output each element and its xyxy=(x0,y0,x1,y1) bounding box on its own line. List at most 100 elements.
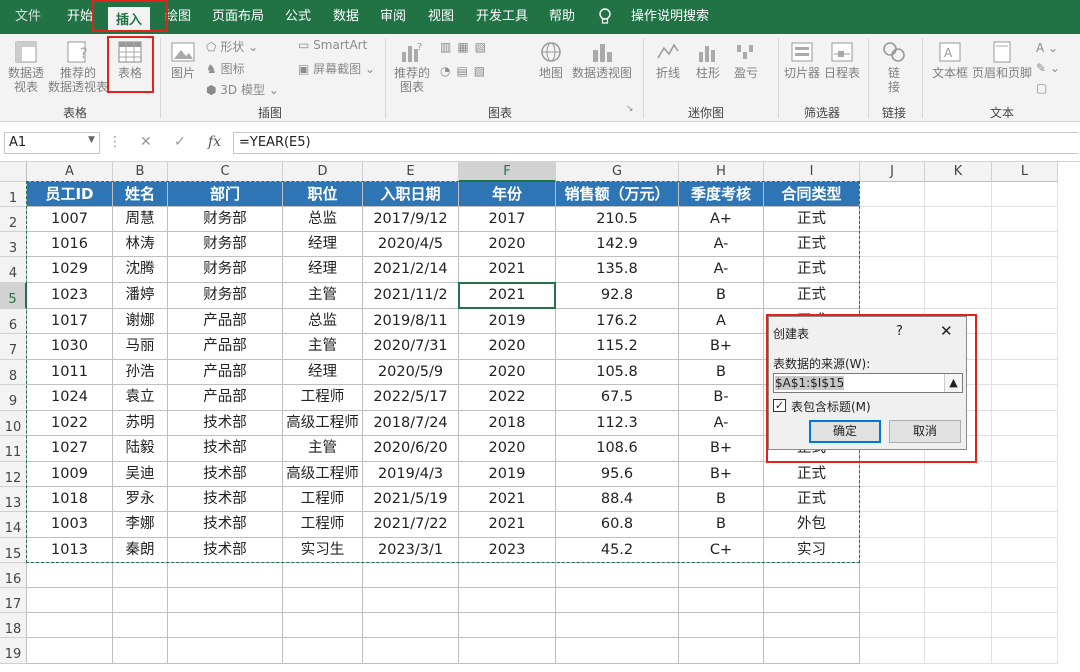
empty-cell[interactable] xyxy=(992,182,1058,207)
range-picker-icon[interactable]: ▲ xyxy=(944,374,962,392)
empty-cell[interactable] xyxy=(113,563,168,588)
row-header[interactable]: 15 xyxy=(0,538,27,563)
active-cell[interactable] xyxy=(458,282,556,309)
tab-5[interactable]: 公式 xyxy=(276,0,320,34)
sparkline-line-button[interactable]: 折线 xyxy=(650,40,686,80)
empty-cell[interactable] xyxy=(27,563,113,588)
empty-cell[interactable] xyxy=(459,563,556,588)
empty-cell[interactable] xyxy=(925,588,992,613)
column-header[interactable]: H xyxy=(679,162,764,182)
empty-cell[interactable] xyxy=(459,613,556,638)
empty-cell[interactable] xyxy=(860,538,925,563)
empty-cell[interactable] xyxy=(283,613,363,638)
empty-cell[interactable] xyxy=(113,588,168,613)
tell-me-search[interactable]: 操作说明搜索 xyxy=(622,0,718,34)
empty-cell[interactable] xyxy=(860,588,925,613)
empty-cell[interactable] xyxy=(992,436,1058,462)
row-header[interactable]: 4 xyxy=(0,257,27,283)
empty-cell[interactable] xyxy=(459,588,556,613)
empty-cell[interactable] xyxy=(860,182,925,207)
empty-cell[interactable] xyxy=(992,360,1058,385)
has-headers-checkbox[interactable]: ✓ xyxy=(773,399,786,412)
column-header[interactable]: G xyxy=(556,162,679,182)
empty-cell[interactable] xyxy=(860,462,925,487)
empty-cell[interactable] xyxy=(168,613,283,638)
column-header[interactable]: J xyxy=(860,162,925,182)
shapes-button[interactable]: ⬠ 形状 ⌄ xyxy=(206,38,258,55)
empty-cell[interactable] xyxy=(556,588,679,613)
3d-model-button[interactable]: ⬢ 3D 模型 ⌄ xyxy=(206,81,279,98)
smartart-button[interactable]: ▭ SmartArt xyxy=(298,38,367,52)
empty-cell[interactable] xyxy=(679,613,764,638)
row-header[interactable]: 3 xyxy=(0,232,27,257)
cancel-icon[interactable]: ✕ xyxy=(140,134,152,150)
empty-cell[interactable] xyxy=(113,613,168,638)
cancel-button[interactable]: 取消 xyxy=(889,420,961,443)
insert-function-icon[interactable]: fx xyxy=(208,134,221,150)
charts-launcher-icon[interactable]: ↘ xyxy=(626,104,634,114)
empty-cell[interactable] xyxy=(363,638,459,664)
line-chart-icons[interactable]: ◔▤▨ xyxy=(440,64,491,78)
header-footer-button[interactable]: 页眉和页脚 xyxy=(972,40,1032,80)
column-chart-icons[interactable]: ▥▦▧ xyxy=(440,40,492,54)
screenshot-button[interactable]: ▣ 屏幕截图 ⌄ xyxy=(298,60,375,77)
empty-cell[interactable] xyxy=(860,512,925,538)
empty-cell[interactable] xyxy=(992,613,1058,638)
empty-cell[interactable] xyxy=(556,563,679,588)
empty-cell[interactable] xyxy=(27,638,113,664)
empty-cell[interactable] xyxy=(860,283,925,309)
empty-cell[interactable] xyxy=(925,257,992,283)
column-header[interactable]: D xyxy=(283,162,363,182)
empty-cell[interactable] xyxy=(764,588,860,613)
empty-cell[interactable] xyxy=(992,232,1058,257)
picture-button[interactable]: 图片 xyxy=(166,40,200,80)
recommended-pivot-button[interactable]: ? 推荐的 数据透视表 xyxy=(48,40,108,94)
help-icon[interactable]: ? xyxy=(896,324,903,339)
empty-cell[interactable] xyxy=(925,638,992,664)
empty-cell[interactable] xyxy=(925,207,992,232)
sparkline-winloss-button[interactable]: 盈亏 xyxy=(728,40,764,80)
empty-cell[interactable] xyxy=(283,588,363,613)
row-header[interactable]: 5 xyxy=(0,283,27,309)
row-header[interactable]: 7 xyxy=(0,334,27,360)
empty-cell[interactable] xyxy=(925,487,992,512)
link-button[interactable]: 链 接 xyxy=(874,40,914,94)
empty-cell[interactable] xyxy=(992,385,1058,411)
empty-cell[interactable] xyxy=(27,613,113,638)
tab-9[interactable]: 开发工具 xyxy=(468,0,536,34)
empty-cell[interactable] xyxy=(925,563,992,588)
range-input[interactable]: $A$1:$I$15 xyxy=(773,373,963,393)
tab-6[interactable]: 数据 xyxy=(324,0,368,34)
empty-cell[interactable] xyxy=(860,257,925,283)
icons-button[interactable]: ♞ 图标 xyxy=(206,60,245,77)
column-header[interactable]: I xyxy=(764,162,860,182)
empty-cell[interactable] xyxy=(860,207,925,232)
column-header[interactable]: E xyxy=(363,162,459,182)
empty-cell[interactable] xyxy=(168,638,283,664)
timeline-button[interactable]: 日程表 xyxy=(822,40,862,80)
row-header[interactable]: 10 xyxy=(0,411,27,436)
row-header[interactable]: 6 xyxy=(0,309,27,334)
map-button[interactable]: 地图 xyxy=(534,40,568,80)
empty-cell[interactable] xyxy=(283,563,363,588)
pivot-table-button[interactable]: 数据透 视表 xyxy=(4,40,48,94)
empty-cell[interactable] xyxy=(27,588,113,613)
empty-cell[interactable] xyxy=(992,638,1058,664)
empty-cell[interactable] xyxy=(283,638,363,664)
select-all-corner[interactable] xyxy=(0,162,27,182)
empty-cell[interactable] xyxy=(992,588,1058,613)
empty-cell[interactable] xyxy=(679,563,764,588)
row-header[interactable]: 1 xyxy=(0,182,27,207)
tab-0[interactable]: 文件 xyxy=(2,0,54,34)
column-header[interactable]: C xyxy=(168,162,283,182)
row-header[interactable]: 9 xyxy=(0,385,27,411)
empty-cell[interactable] xyxy=(992,334,1058,360)
empty-cell[interactable] xyxy=(992,563,1058,588)
ok-button[interactable]: 确定 xyxy=(809,420,881,443)
empty-cell[interactable] xyxy=(860,638,925,664)
empty-cell[interactable] xyxy=(556,638,679,664)
close-icon[interactable]: ✕ xyxy=(940,322,953,340)
empty-cell[interactable] xyxy=(992,512,1058,538)
empty-cell[interactable] xyxy=(556,613,679,638)
empty-cell[interactable] xyxy=(168,563,283,588)
